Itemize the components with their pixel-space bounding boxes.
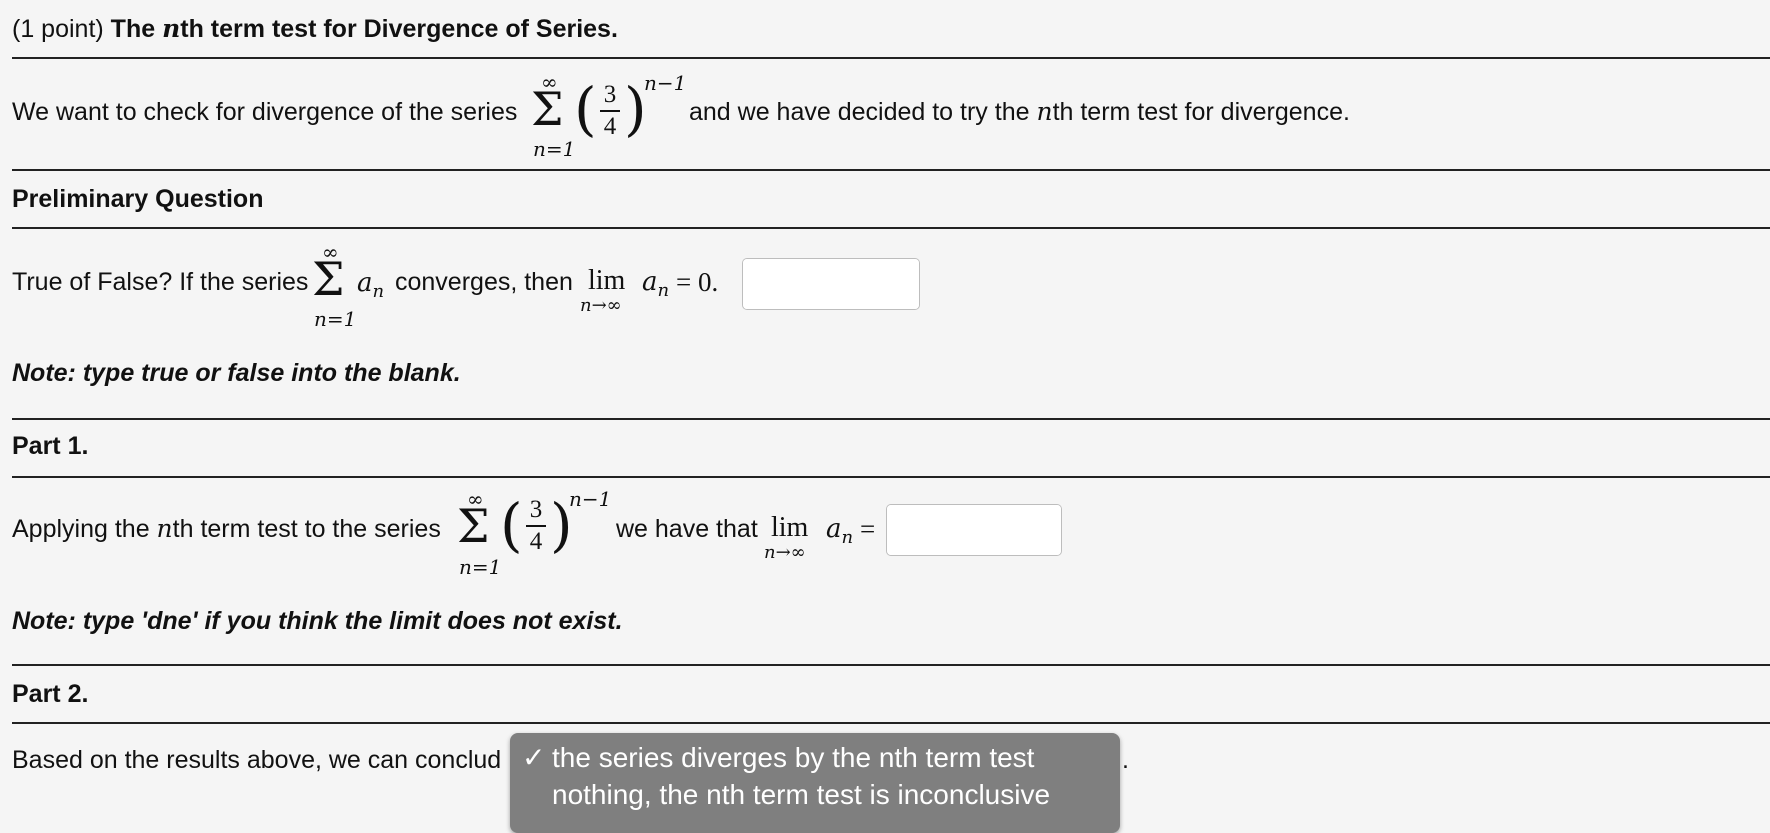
part2-heading: Part 2. — [12, 680, 89, 708]
dropdown-option-diverges[interactable]: ✓ the series diverges by the nth term te… — [510, 739, 1120, 776]
prelim-term-sub: n — [372, 281, 385, 303]
prelim-term-a: a — [357, 268, 373, 298]
part1-prefix-a: Applying the — [12, 515, 157, 543]
conclusion-dropdown[interactable]: ✓ the series diverges by the nth term te… — [510, 733, 1120, 833]
prelim-tail: an — [642, 267, 669, 301]
part1-numerator: 3 — [529, 496, 543, 523]
prelim-converges-text: converges, then — [395, 268, 573, 296]
part1-tail-a: a — [826, 514, 842, 544]
part1-fraction-bar — [526, 525, 546, 527]
part1-tail: an — [826, 514, 853, 548]
part1-exponent: n−1 — [569, 487, 612, 511]
divider — [12, 722, 1770, 724]
option-label: nothing, the nth term test is inconclusi… — [552, 779, 1051, 810]
divider — [12, 169, 1770, 171]
intro-lparen: ( — [574, 75, 597, 143]
divider — [12, 476, 1770, 478]
check-icon: ✓ — [522, 742, 546, 773]
prelim-term: an — [357, 268, 384, 302]
intro-text-after: and we have decided to try the nth term … — [689, 97, 1350, 127]
title-suffix: th term test for Divergence of Series. — [180, 15, 618, 43]
dropdown-option-inconclusive[interactable]: nothing, the nth term test is inconclusi… — [510, 776, 1120, 813]
prelim-note: Note: type true or false into the blank. — [12, 359, 461, 387]
intro-denominator: 4 — [603, 113, 617, 140]
intro-fraction-bar — [600, 110, 620, 112]
prelim-equals: = 0. — [676, 267, 719, 297]
divider — [12, 227, 1770, 229]
preliminary-question-prefix: True of False? If the series — [12, 268, 309, 296]
part1-answer-input[interactable] — [887, 505, 1061, 555]
option-label: the series diverges by the nth term test — [552, 742, 1035, 773]
part1-prefix-b: th term test to the series — [172, 515, 441, 543]
part2-prefix: Based on the results above, we can concl… — [12, 746, 502, 774]
points-label: (1 point) — [12, 15, 104, 43]
title-prefix: The — [110, 15, 163, 43]
prelim-tail-a: a — [642, 267, 658, 297]
intro-series-lower: n=1 — [533, 137, 576, 161]
part2-period: . — [1122, 746, 1129, 774]
prelim-lim-sub: n→∞ — [580, 295, 622, 316]
part1-answer-box — [886, 504, 1062, 556]
part1-series-lower: n=1 — [459, 555, 502, 579]
prelim-lim: lim — [588, 265, 626, 296]
prelim-answer-box — [742, 258, 920, 310]
part1-equals: = — [860, 514, 876, 544]
prelim-answer-input[interactable] — [743, 259, 919, 309]
intro-sigma: Σ — [531, 82, 564, 136]
prelim-sigma: Σ — [312, 252, 345, 306]
part1-sigma: Σ — [457, 499, 490, 553]
intro-exponent: n−1 — [644, 71, 687, 95]
problem-title: (1 point) The nth term test for Divergen… — [12, 14, 618, 44]
part1-note: Note: type 'dne' if you think the limit … — [12, 607, 623, 635]
part1-n: n — [156, 514, 173, 543]
intro-after-b: th term test for divergence. — [1052, 98, 1350, 126]
intro-after-a: and we have decided to try the — [689, 98, 1037, 126]
divider — [12, 57, 1770, 59]
part1-denominator: 4 — [529, 528, 543, 555]
part1-lim-sub: n→∞ — [764, 542, 806, 563]
prelim-tail-sub: n — [657, 280, 670, 302]
preliminary-heading: Preliminary Question — [12, 185, 264, 213]
divider — [12, 418, 1770, 420]
intro-n: n — [1036, 97, 1053, 126]
part1-prefix: Applying the nth term test to the series — [12, 514, 441, 544]
part1-lparen: ( — [500, 491, 523, 559]
part1-lim: lim — [771, 512, 809, 543]
intro-numerator: 3 — [603, 81, 617, 108]
part1-tail-sub: n — [841, 527, 854, 549]
divider — [12, 664, 1770, 666]
part1-heading: Part 1. — [12, 432, 89, 460]
part1-mid-text: we have that — [616, 515, 758, 543]
intro-text-before: We want to check for divergence of the s… — [12, 98, 518, 126]
prelim-series-lower: n=1 — [314, 307, 357, 331]
title-n: n — [162, 14, 181, 43]
